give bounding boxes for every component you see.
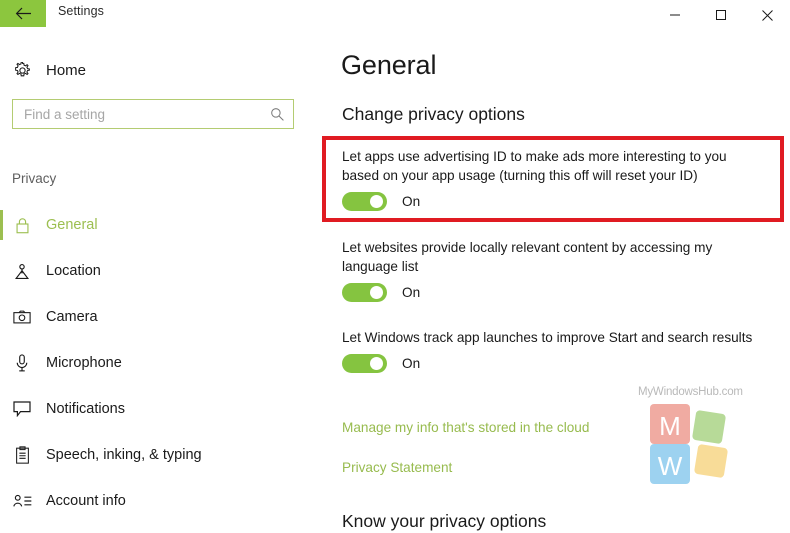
- search-box[interactable]: [12, 99, 294, 129]
- sidebar-item-camera[interactable]: Camera: [0, 294, 310, 340]
- setting-advertising-id-toggle-row: On: [342, 192, 762, 211]
- page-title: General: [341, 50, 437, 80]
- sidebar-item-general-label: General: [46, 217, 98, 233]
- close-icon: [761, 9, 774, 22]
- sidebar-item-general[interactable]: General: [0, 202, 310, 248]
- search-icon[interactable]: [270, 107, 285, 122]
- setting-language-list-toggle-row: On: [342, 283, 762, 302]
- window-title: Settings: [58, 4, 104, 18]
- svg-text:M: M: [659, 411, 681, 441]
- sidebar-section-label: Privacy: [12, 171, 57, 186]
- sidebar-item-speech-inking-typing-label: Speech, inking, & typing: [46, 447, 202, 463]
- sidebar-item-home[interactable]: Home: [0, 54, 300, 86]
- sidebar-item-camera-label: Camera: [46, 309, 98, 325]
- sidebar-item-home-label: Home: [46, 61, 87, 79]
- close-button[interactable]: [744, 0, 790, 30]
- sidebar-item-account-info[interactable]: Account info: [0, 478, 310, 524]
- camera-icon: [0, 310, 44, 325]
- sidebar-item-account-info-label: Account info: [46, 493, 126, 509]
- settings-window: Settings Home Find a setting Privacy Gen…: [0, 0, 790, 533]
- back-button[interactable]: [0, 0, 46, 27]
- watermark: MyWindowsHub.com M W: [636, 386, 743, 490]
- sidebar-item-notifications[interactable]: Notifications: [0, 386, 310, 432]
- setting-advertising-id-toggle[interactable]: [342, 192, 387, 211]
- sidebar: Home Privacy: [0, 30, 322, 533]
- gear-icon: [0, 61, 44, 79]
- speech-bubble-icon: [0, 401, 44, 417]
- sidebar-item-speech-inking-typing[interactable]: Speech, inking, & typing: [0, 432, 310, 478]
- setting-advertising-id-toggle-state: On: [402, 194, 421, 209]
- setting-track-app-launches-toggle[interactable]: [342, 354, 387, 373]
- account-info-icon: [0, 494, 44, 508]
- watermark-logo-icon: M W: [650, 404, 728, 484]
- setting-language-list-toggle-state: On: [402, 285, 421, 300]
- link-manage-my-info[interactable]: Manage my info that's stored in the clou…: [342, 420, 589, 435]
- toggle-knob: [370, 195, 383, 208]
- setting-track-app-launches-toggle-row: On: [342, 354, 762, 373]
- back-arrow-icon: [15, 7, 32, 20]
- maximize-icon: [715, 9, 727, 21]
- sidebar-nav-list: General Location Camera Microphone Notif…: [0, 202, 310, 524]
- setting-track-app-launches-description: Let Windows track app launches to improv…: [342, 330, 753, 345]
- lock-icon: [0, 217, 44, 234]
- section-heading-know-your-privacy-options: Know your privacy options: [342, 511, 547, 531]
- minimize-icon: [669, 9, 681, 21]
- setting-language-list-toggle[interactable]: [342, 283, 387, 302]
- setting-language-list-description: Let websites provide locally relevant co…: [342, 240, 713, 274]
- window-controls: [652, 0, 790, 30]
- microphone-icon: [0, 354, 44, 372]
- setting-language-list: Let websites provide locally relevant co…: [342, 238, 762, 302]
- toggle-knob: [370, 357, 383, 370]
- sidebar-item-location[interactable]: Location: [0, 248, 310, 294]
- link-privacy-statement[interactable]: Privacy Statement: [342, 460, 452, 475]
- clipboard-icon: [0, 446, 44, 464]
- search-input[interactable]: [24, 106, 270, 122]
- svg-text:W: W: [658, 451, 683, 481]
- sidebar-item-notifications-label: Notifications: [46, 401, 125, 417]
- section-heading-change-privacy-options: Change privacy options: [342, 104, 525, 124]
- maximize-button[interactable]: [698, 0, 744, 30]
- setting-track-app-launches: Let Windows track app launches to improv…: [342, 328, 762, 373]
- toggle-knob: [370, 286, 383, 299]
- main-content: General Change privacy options Let apps …: [322, 30, 790, 533]
- minimize-button[interactable]: [652, 0, 698, 30]
- sidebar-item-microphone-label: Microphone: [46, 355, 122, 371]
- sidebar-item-microphone[interactable]: Microphone: [0, 340, 310, 386]
- setting-track-app-launches-toggle-state: On: [402, 356, 421, 371]
- watermark-text: MyWindowsHub.com: [638, 386, 743, 398]
- title-bar: Settings: [0, 0, 790, 30]
- setting-advertising-id: Let apps use advertising ID to make ads …: [342, 147, 762, 211]
- setting-advertising-id-description: Let apps use advertising ID to make ads …: [342, 149, 727, 183]
- sidebar-item-location-label: Location: [46, 263, 101, 279]
- location-pin-icon: [0, 263, 44, 280]
